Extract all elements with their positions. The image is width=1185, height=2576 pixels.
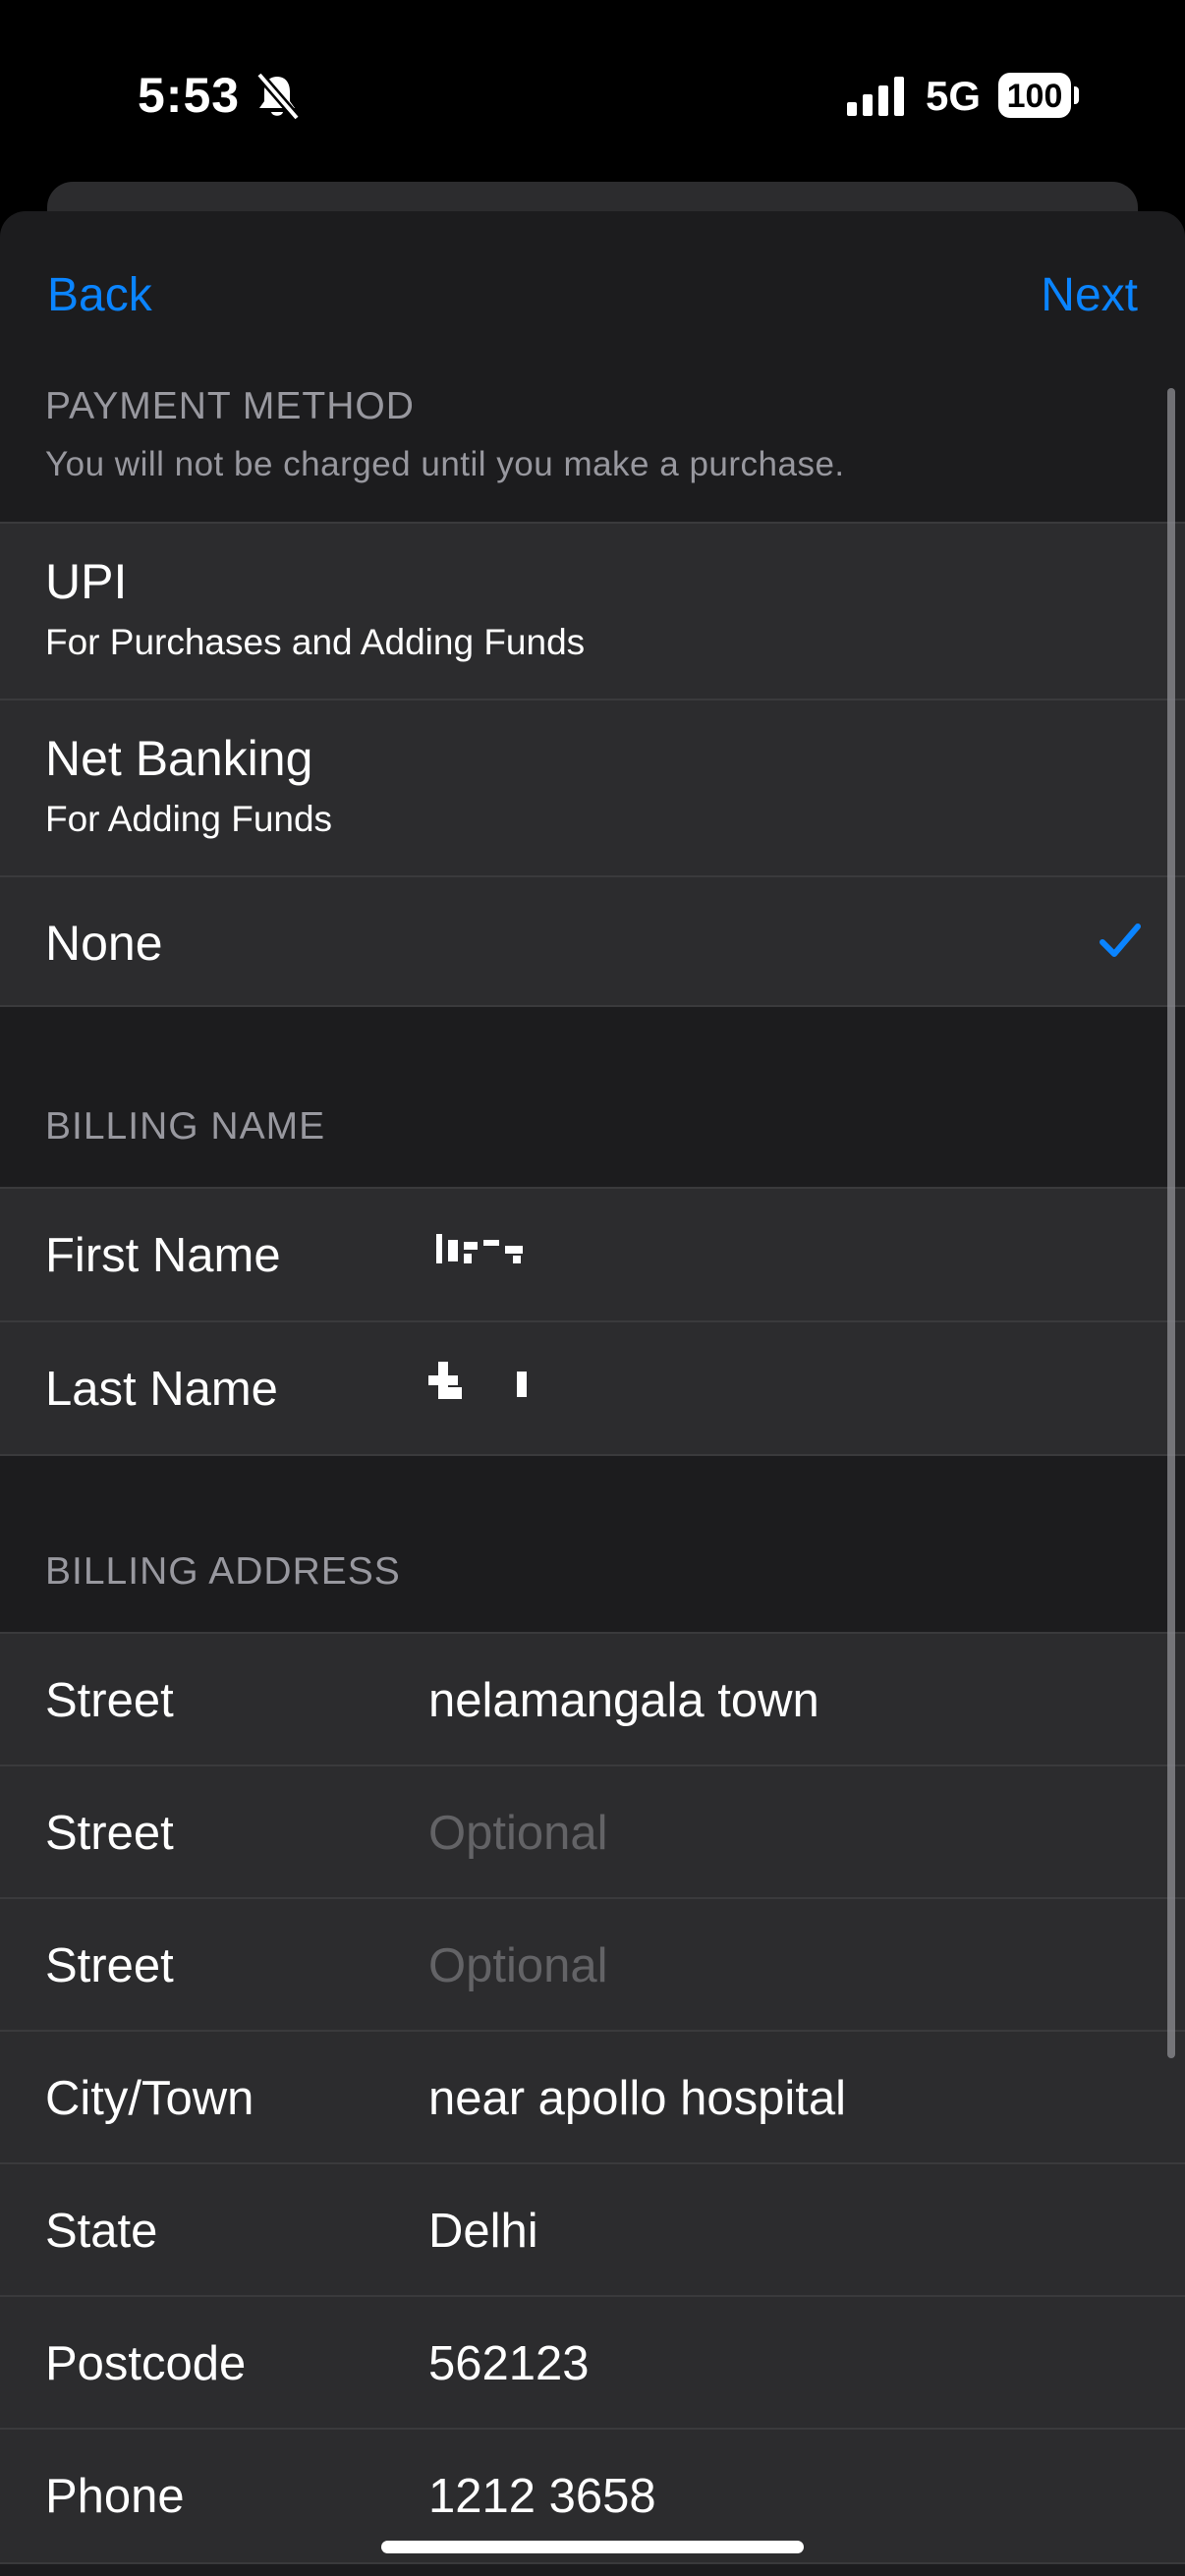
city-label: City/Town <box>45 2072 254 2125</box>
home-indicator[interactable] <box>381 2541 804 2553</box>
payment-options-group: UPI For Purchases and Adding Funds Net B… <box>0 522 1185 1007</box>
street-2-row[interactable]: Street Optional <box>0 1766 1185 1899</box>
state-field[interactable]: Delhi <box>428 2204 538 2259</box>
payment-option-title: None <box>45 916 163 971</box>
status-bar: 5:53 5G 100 <box>0 0 1185 187</box>
billing-name-header: BILLING NAME <box>45 1105 326 1148</box>
billing-address-header: BILLING ADDRESS <box>45 1550 401 1593</box>
payment-method-subtitle: You will not be charged until you make a… <box>45 445 845 483</box>
billing-address-group: Street nelamangala town Street Optional … <box>0 1632 1185 2564</box>
street-2-label: Street <box>45 1807 174 1860</box>
street-2-field[interactable]: Optional <box>428 1806 608 1861</box>
postcode-row[interactable]: Postcode 562123 <box>0 2297 1185 2430</box>
street-3-field[interactable]: Optional <box>428 1938 608 1993</box>
payment-option-title: UPI <box>45 554 128 609</box>
street-1-label: Street <box>45 1674 174 1727</box>
street-3-row[interactable]: Street Optional <box>0 1899 1185 2032</box>
scrollbar[interactable] <box>1167 388 1175 2058</box>
street-1-field[interactable]: nelamangala town <box>428 1673 819 1728</box>
postcode-label: Postcode <box>45 2337 247 2390</box>
street-1-row[interactable]: Street nelamangala town <box>0 1634 1185 1766</box>
phone-field[interactable]: 1212 3658 <box>428 2469 656 2524</box>
first-name-label: First Name <box>45 1229 281 1282</box>
payment-option-upi[interactable]: UPI For Purchases and Adding Funds <box>0 524 1185 700</box>
back-button[interactable]: Back <box>47 268 152 322</box>
payment-option-none[interactable]: None <box>0 877 1185 1005</box>
last-name-row[interactable]: Last Name <box>0 1322 1185 1454</box>
city-field[interactable]: near apollo hospital <box>428 2071 846 2126</box>
billing-name-group: First Name Last Name <box>0 1187 1185 1456</box>
payment-option-title: Net Banking <box>45 731 313 786</box>
signal-icon <box>847 77 904 116</box>
first-name-redacted[interactable] <box>428 1234 546 1273</box>
last-name-redacted[interactable] <box>428 1362 546 1405</box>
city-row[interactable]: City/Town near apollo hospital <box>0 2032 1185 2164</box>
phone-label: Phone <box>45 2470 185 2523</box>
state-row[interactable]: State Delhi <box>0 2164 1185 2297</box>
payment-method-header: PAYMENT METHOD <box>45 385 415 427</box>
network-label: 5G <box>926 73 982 119</box>
payment-option-net-banking[interactable]: Net Banking For Adding Funds <box>0 700 1185 877</box>
next-button[interactable]: Next <box>1041 268 1138 322</box>
checkmark-icon <box>1100 924 1141 957</box>
payment-option-subtitle: For Purchases and Adding Funds <box>45 622 586 662</box>
battery-icon: 100 <box>998 73 1079 118</box>
first-name-row[interactable]: First Name <box>0 1189 1185 1322</box>
payment-option-subtitle: For Adding Funds <box>45 799 333 839</box>
street-3-label: Street <box>45 1939 174 1992</box>
last-name-label: Last Name <box>45 1363 278 1416</box>
battery-percent: 100 <box>1006 78 1063 115</box>
postcode-field[interactable]: 562123 <box>428 2336 590 2391</box>
payment-sheet: Back Next PAYMENT METHOD You will not be… <box>0 211 1185 2576</box>
state-label: State <box>45 2205 158 2258</box>
bell-slash-icon <box>255 72 301 121</box>
status-time: 5:53 <box>138 68 241 123</box>
